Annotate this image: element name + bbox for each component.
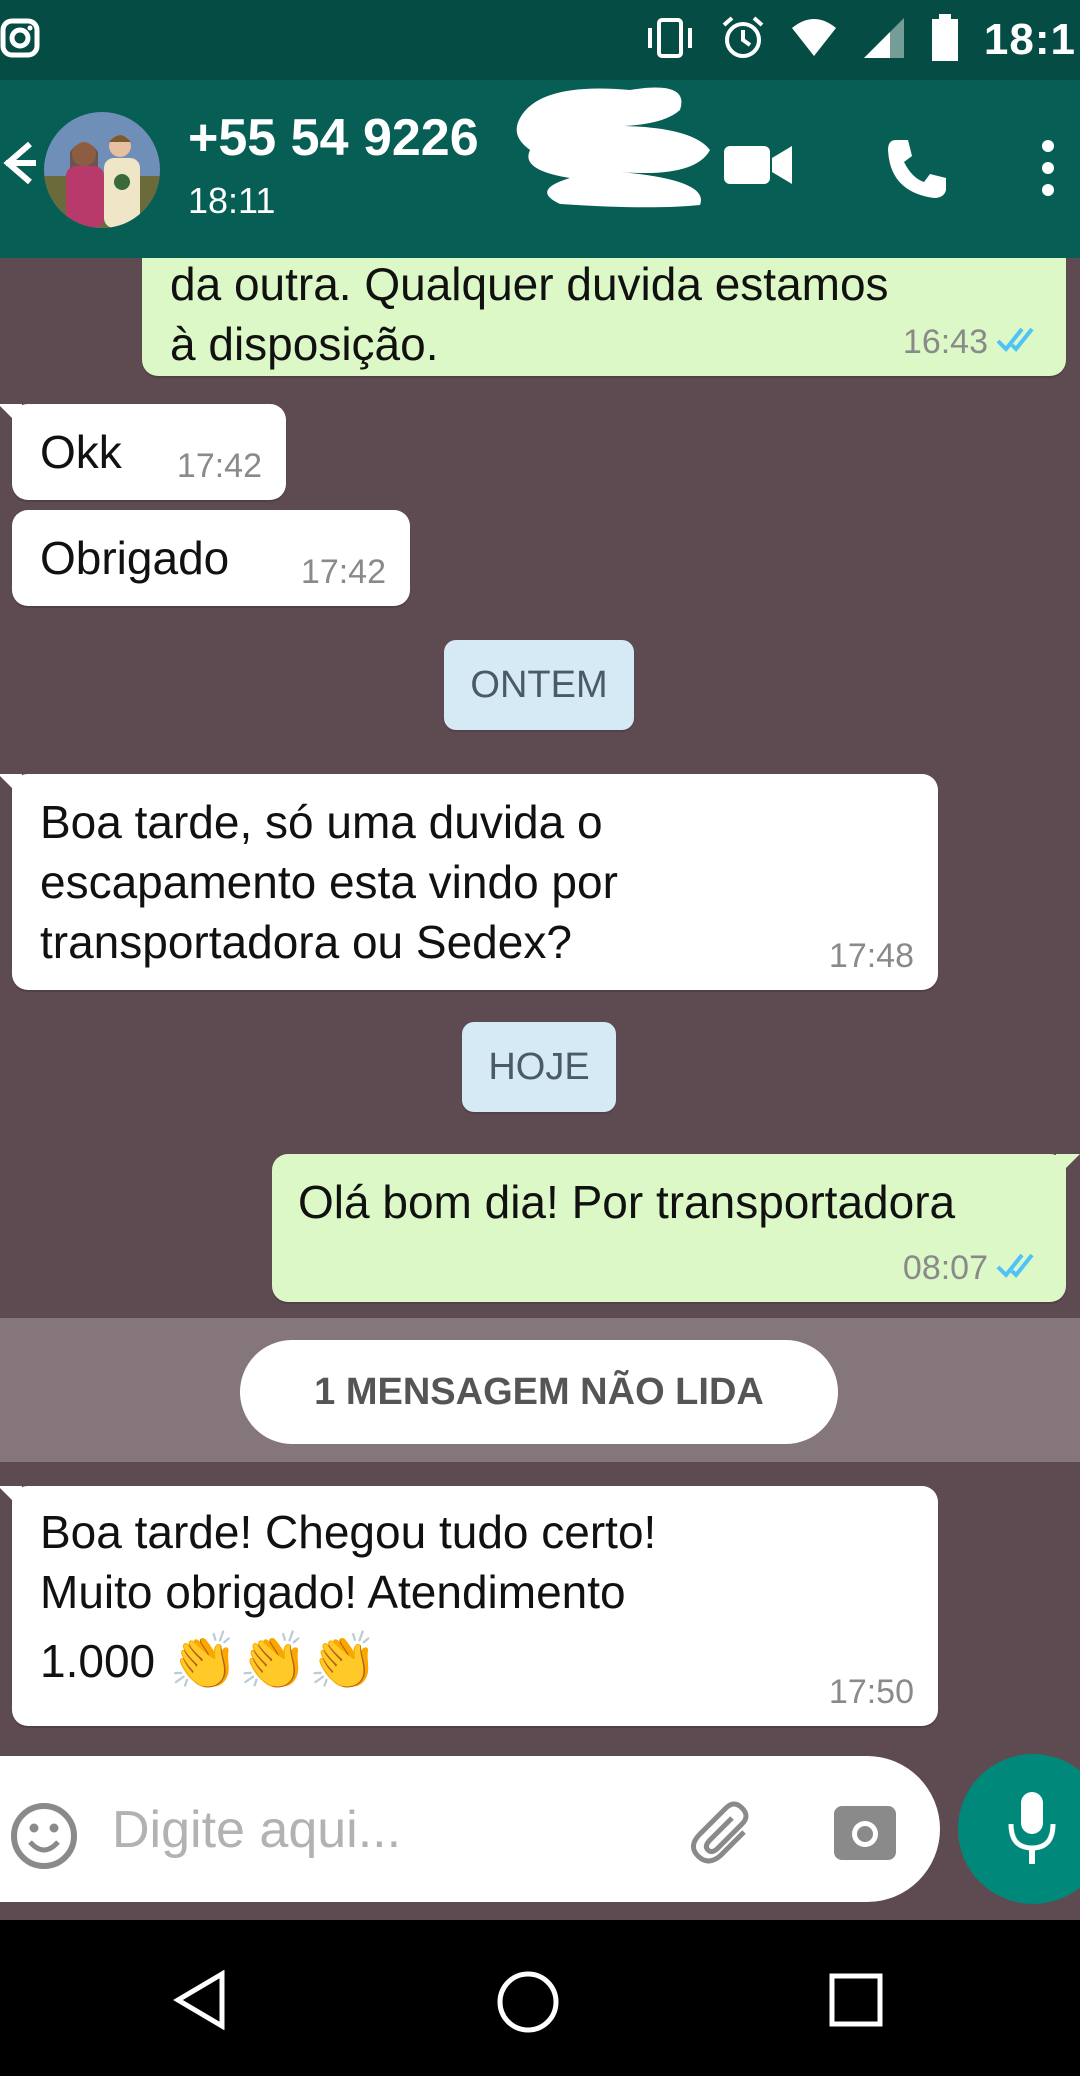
message-time: 17:42: [176, 447, 262, 485]
message-bubble-incoming[interactable]: Boa tarde! Chegou tudo certo! Muito obri…: [0, 1486, 938, 1726]
read-ticks-icon: [996, 1248, 1042, 1288]
date-chip: ONTEM: [444, 640, 634, 730]
message-line: Muito obrigado! Atendimento: [40, 1566, 626, 1618]
message-line: Okk: [40, 426, 122, 478]
attach-icon[interactable]: [690, 1798, 760, 1873]
message-time: 16:43: [903, 322, 1042, 362]
message-line: Boa tarde! Chegou tudo certo!: [40, 1506, 657, 1558]
status-bar: 18:1: [0, 0, 1080, 80]
camera-icon[interactable]: [832, 1800, 898, 1867]
message-line: Boa tarde, só uma duvida o: [40, 796, 603, 848]
message-bubble-incoming[interactable]: Obrigado 17:42: [12, 510, 410, 606]
message-bubble-incoming[interactable]: Boa tarde, só uma duvida o escapamento e…: [0, 774, 938, 990]
message-line: transportadora ou Sedex?: [40, 916, 572, 968]
vibrate-icon: [644, 16, 696, 65]
more-options-icon[interactable]: [1040, 138, 1056, 203]
avatar[interactable]: [44, 112, 160, 228]
back-arrow-icon[interactable]: [0, 138, 36, 193]
chat-header: +55 54 9226 18:11: [0, 80, 1080, 258]
message-time: 17:50: [828, 1673, 914, 1711]
message-line: Obrigado: [40, 532, 230, 584]
mic-icon: [1006, 1790, 1058, 1871]
video-call-icon[interactable]: [724, 142, 794, 193]
message-time: 08:07: [903, 1248, 1042, 1288]
clapping-hands-emoji: 👏👏👏: [169, 1629, 379, 1692]
message-bubble-outgoing[interactable]: Olá bom dia! Por transportadora 08:07: [272, 1154, 1080, 1302]
unread-banner: 1 MENSAGEM NÃO LIDA: [240, 1340, 838, 1444]
redaction-scribble: [500, 80, 720, 215]
message-time: 17:42: [300, 553, 386, 591]
last-seen: 18:11: [188, 180, 276, 221]
message-line: da outra. Qualquer duvida estamos: [170, 258, 889, 310]
message-bubble-outgoing[interactable]: da outra. Qualquer duvida estamos à disp…: [142, 258, 1066, 376]
instagram-icon: [0, 18, 40, 63]
battery-icon: [930, 13, 960, 67]
message-line: Olá bom dia! Por transportadora: [298, 1176, 956, 1228]
contact-name[interactable]: +55 54 9226: [188, 108, 479, 168]
voice-call-icon[interactable]: [884, 136, 950, 207]
alarm-icon: [720, 15, 766, 66]
message-line: escapamento esta vindo por: [40, 856, 618, 908]
message-time: 17:48: [828, 937, 914, 975]
wifi-icon: [790, 18, 838, 63]
message-input[interactable]: Digite aqui...: [112, 1800, 401, 1860]
message-line: à disposição.: [170, 318, 439, 370]
nav-back-icon[interactable]: [172, 1969, 228, 2035]
status-time: 18:1: [983, 15, 1076, 64]
signal-icon: [862, 16, 906, 65]
emoji-icon[interactable]: [6, 1798, 82, 1879]
system-nav-bar: [0, 1920, 1080, 2076]
message-input-box[interactable]: Digite aqui...: [0, 1756, 940, 1902]
nav-recent-icon[interactable]: [828, 1972, 884, 2033]
nav-home-icon[interactable]: [496, 1970, 560, 2039]
read-ticks-icon: [996, 322, 1042, 362]
message-line: 1.000 👏👏👏: [40, 1626, 378, 1696]
message-bubble-incoming[interactable]: Okk 17:42: [0, 404, 286, 500]
date-chip: HOJE: [462, 1022, 616, 1112]
